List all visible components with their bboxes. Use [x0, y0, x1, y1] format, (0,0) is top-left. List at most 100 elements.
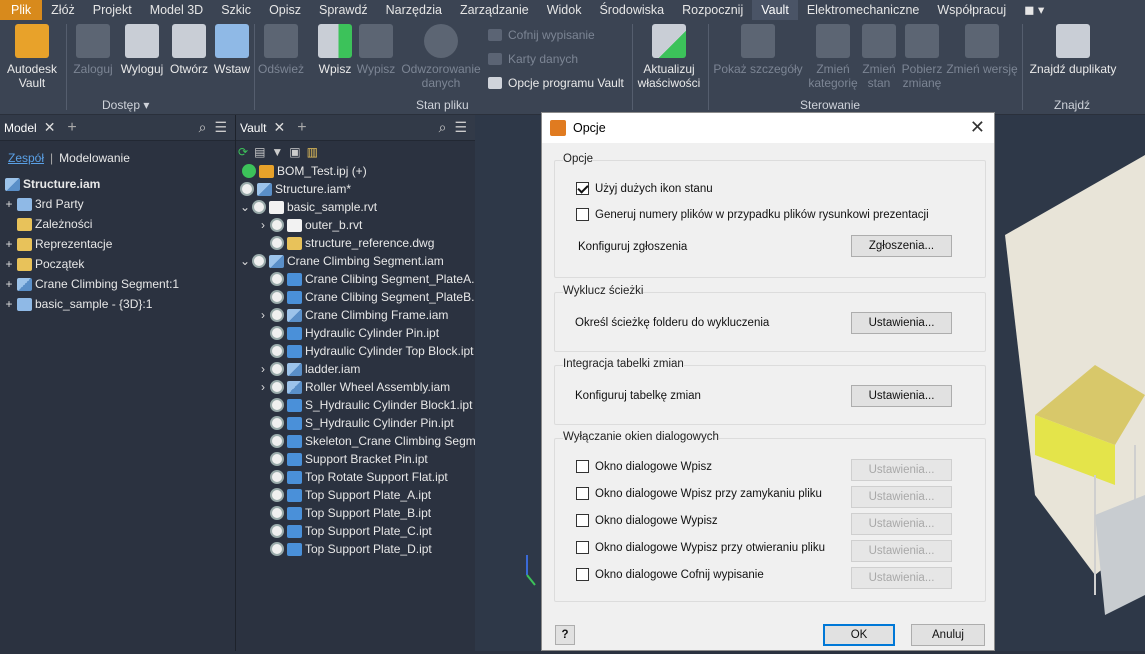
- vault-tree-item[interactable]: Top Support Plate_A.ipt: [268, 486, 431, 504]
- close-icon[interactable]: ✕: [273, 119, 285, 136]
- large-status-icons-checkbox[interactable]: Użyj dużych ikon stanu: [576, 182, 713, 195]
- vault-tree-item[interactable]: Top Support Plate_B.ipt: [268, 504, 431, 522]
- expand-icon[interactable]: +: [4, 255, 14, 273]
- vault-tree-item[interactable]: › Roller Wheel Assembly.iam: [258, 378, 450, 396]
- menu-elektromechaniczne[interactable]: Elektromechaniczne: [798, 0, 929, 20]
- checkout-on-open-dialog-checkbox[interactable]: Okno dialogowe Wypisz przy otwieraniu pl…: [576, 541, 825, 554]
- wyloguj-button[interactable]: Wyloguj: [118, 24, 166, 76]
- vault-tree-item[interactable]: Crane Clibing Segment_PlateA.ipt: [268, 270, 487, 288]
- autodesk-vault-button[interactable]: Autodesk Vault: [4, 24, 60, 90]
- vault-options-icon[interactable]: ▤: [254, 143, 265, 161]
- vault-tree-item[interactable]: › Crane Climbing Frame.iam: [258, 306, 448, 324]
- wstaw-button[interactable]: Wstaw: [212, 24, 252, 76]
- menu-icon[interactable]: ☰: [454, 119, 467, 136]
- close-icon[interactable]: ✕: [44, 119, 56, 136]
- vault-tree-item[interactable]: › outer_b.rvt: [258, 216, 362, 234]
- add-tab-icon[interactable]: +: [67, 119, 76, 137]
- menu-opisz[interactable]: Opisz: [260, 0, 310, 20]
- wpisz-button[interactable]: Wpisz: [316, 24, 354, 76]
- chevron-right-icon[interactable]: ›: [258, 216, 268, 234]
- wypisz-button[interactable]: Wypisz: [356, 24, 396, 76]
- vault-tree-item[interactable]: Top Support Plate_D.ipt: [268, 540, 432, 558]
- vault-tree-item[interactable]: BOM_Test.ipj (+): [240, 162, 367, 180]
- zgloszenia-button[interactable]: Zgłoszenia...: [851, 235, 952, 257]
- znajdz-duplikaty-button[interactable]: Znajdź duplikaty: [1026, 24, 1120, 76]
- group-dostep-label[interactable]: Dostęp ▾: [102, 98, 149, 112]
- zaloguj-button[interactable]: Zaloguj: [70, 24, 116, 76]
- expand-icon[interactable]: +: [4, 195, 14, 213]
- search-icon[interactable]: ⌕: [199, 119, 207, 136]
- cofnij-wypisanie-button[interactable]: Cofnij wypisanie: [488, 28, 595, 42]
- help-icon[interactable]: ?: [555, 625, 575, 645]
- vault-tree-item[interactable]: Structure.iam*: [238, 180, 351, 198]
- cancel-button[interactable]: Anuluj: [911, 624, 985, 646]
- tree-item-poczatek[interactable]: + Początek: [4, 255, 84, 273]
- subtab-zespol[interactable]: Zespół: [8, 149, 44, 167]
- checkout-on-open-settings-button[interactable]: Ustawienia...: [851, 540, 952, 562]
- generate-file-numbers-checkbox[interactable]: Generuj numery plików w przypadku plików…: [576, 208, 929, 221]
- revision-table-settings-button[interactable]: Ustawienia...: [851, 385, 952, 407]
- karty-danych-button[interactable]: Karty danych: [488, 52, 578, 66]
- menu-projekt[interactable]: Projekt: [84, 0, 141, 20]
- zmien-wersje-button[interactable]: Zmień wersję: [946, 24, 1018, 76]
- menu-vault[interactable]: Vault: [752, 0, 798, 20]
- checkin-dialog-checkbox[interactable]: Okno dialogowe Wpisz: [576, 460, 712, 473]
- vault-tree-item[interactable]: Top Support Plate_C.ipt: [268, 522, 432, 540]
- pobierz-zmiane-button[interactable]: Pobierz zmianę: [899, 24, 945, 90]
- vault-tree-item[interactable]: structure_reference.dwg: [268, 234, 434, 252]
- tree-item-3rd-party[interactable]: +3rd Party: [4, 195, 83, 213]
- expand-icon[interactable]: +: [4, 295, 14, 313]
- exclude-settings-button[interactable]: Ustawienia...: [851, 312, 952, 334]
- tree-item-crane-climbing-segment[interactable]: + Crane Climbing Segment:1: [4, 275, 179, 293]
- checkin-dialog-settings-button[interactable]: Ustawienia...: [851, 459, 952, 481]
- menu-rozpocznij[interactable]: Rozpocznij: [673, 0, 752, 20]
- menu-zloz[interactable]: Złóż: [42, 0, 84, 20]
- search-vault-icon[interactable]: ▣: [289, 143, 300, 161]
- vault-tree-item[interactable]: › ladder.iam: [258, 360, 360, 378]
- close-icon[interactable]: ✕: [970, 117, 985, 138]
- tree-item-structure[interactable]: Structure.iam: [2, 175, 100, 193]
- checkout-dialog-settings-button[interactable]: Ustawienia...: [851, 513, 952, 535]
- menu-widok[interactable]: Widok: [538, 0, 591, 20]
- zmien-stan-button[interactable]: Zmień stan: [860, 24, 898, 90]
- chevron-right-icon[interactable]: ›: [258, 306, 268, 324]
- expand-icon[interactable]: +: [4, 235, 14, 253]
- vault-tree-item[interactable]: Crane Clibing Segment_PlateB.ipt: [268, 288, 487, 306]
- opcje-vault-button[interactable]: Opcje programu Vault: [488, 76, 624, 90]
- menu-sprawdz[interactable]: Sprawdź: [310, 0, 377, 20]
- clipboard-icon[interactable]: ▥: [307, 143, 318, 161]
- checkin-on-close-settings-button[interactable]: Ustawienia...: [851, 486, 952, 508]
- vault-tree-item[interactable]: ⌄ basic_sample.rvt: [240, 198, 377, 216]
- checkin-on-close-dialog-checkbox[interactable]: Okno dialogowe Wpisz przy zamykaniu plik…: [576, 487, 822, 500]
- menu-narzedzia[interactable]: Narzędzia: [377, 0, 451, 20]
- tab-model[interactable]: Model ✕: [0, 119, 59, 136]
- vault-tree-item[interactable]: Hydraulic Cylinder Top Block.ipt: [268, 342, 474, 360]
- menu-plik[interactable]: Plik: [0, 0, 43, 20]
- vault-tree-item[interactable]: Support Bracket Pin.ipt: [268, 450, 428, 468]
- vault-tree-item[interactable]: S_Hydraulic Cylinder Pin.ipt: [268, 414, 454, 432]
- undo-checkout-settings-button[interactable]: Ustawienia...: [851, 567, 952, 589]
- tree-item-basic-sample[interactable]: + basic_sample - {3D}:1: [4, 295, 152, 313]
- odswiez-button[interactable]: Odśwież: [257, 24, 305, 76]
- camera-dropdown-icon[interactable]: ◼ ▾: [1015, 0, 1053, 20]
- otworz-button[interactable]: Otwórz: [168, 24, 210, 76]
- menu-szkic[interactable]: Szkic: [212, 0, 260, 20]
- tab-vault[interactable]: Vault ✕: [236, 119, 289, 136]
- ok-button[interactable]: OK: [823, 624, 895, 646]
- search-icon[interactable]: ⌕: [439, 119, 447, 136]
- expand-icon[interactable]: +: [4, 275, 14, 293]
- tree-item-zaleznosci[interactable]: Zależności: [14, 215, 92, 233]
- chevron-right-icon[interactable]: ›: [258, 360, 268, 378]
- pokaz-szczegoly-button[interactable]: Pokaż szczegóły: [712, 24, 804, 76]
- vault-tree-item[interactable]: ⌄ Crane Climbing Segment.iam: [240, 252, 444, 270]
- tree-item-reprezentacje[interactable]: + Reprezentacje: [4, 235, 112, 253]
- vault-tree-item[interactable]: Hydraulic Cylinder Pin.ipt: [268, 324, 439, 342]
- vault-tree-item[interactable]: Skeleton_Crane Climbing Segment: [268, 432, 492, 450]
- odwzorowanie-button[interactable]: Odwzorowanie danych: [399, 24, 483, 90]
- aktualizuj-wlasciwosci-button[interactable]: Aktualizuj właściwości: [634, 24, 704, 90]
- undo-checkout-dialog-checkbox[interactable]: Okno dialogowe Cofnij wypisanie: [576, 568, 764, 581]
- menu-model3d[interactable]: Model 3D: [141, 0, 213, 20]
- filter-icon[interactable]: ▼: [271, 143, 283, 161]
- vault-tree-item[interactable]: S_Hydraulic Cylinder Block1.ipt: [268, 396, 472, 414]
- menu-srodowiska[interactable]: Środowiska: [590, 0, 673, 20]
